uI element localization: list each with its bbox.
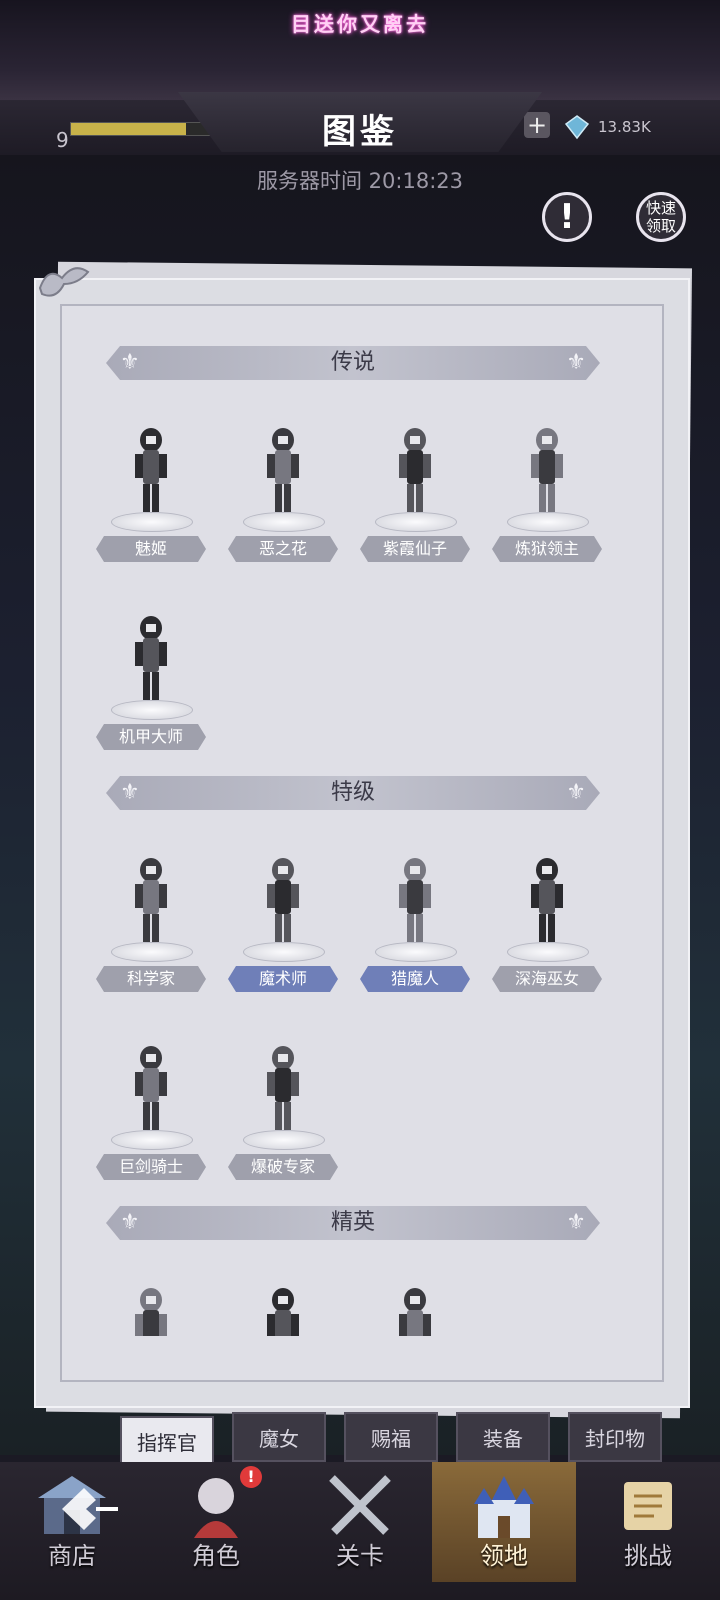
nav-item[interactable]: 关卡 <box>288 1462 432 1582</box>
character-sprite <box>121 1282 181 1336</box>
section-title: 传说 <box>330 350 375 375</box>
character-sprite <box>385 1282 445 1336</box>
server-time: 服务器时间 20:18:23 <box>257 169 463 193</box>
info-button[interactable]: ! <box>542 192 592 242</box>
nav-label: 角色 <box>192 1542 240 1570</box>
character-card[interactable] <box>96 1276 206 1336</box>
nav-item[interactable]: 挑战 <box>576 1462 720 1582</box>
page-title: 图鉴 <box>322 112 398 152</box>
nav-item[interactable]: 领地 <box>432 1462 576 1582</box>
character-sprite <box>517 422 577 520</box>
category-tab[interactable]: 指挥官 <box>120 1416 214 1466</box>
nav-label: 关卡 <box>336 1542 384 1570</box>
fleur-de-lis-icon: ⚜ <box>120 350 140 375</box>
character-card[interactable] <box>360 1276 470 1336</box>
scroll-icon <box>610 1470 686 1540</box>
fleur-de-lis-icon: ⚜ <box>566 1210 586 1235</box>
character-sprite <box>385 852 445 950</box>
character-card[interactable]: 猎魔人 <box>360 846 470 996</box>
character-sprite <box>121 610 181 708</box>
fleur-de-lis-icon: ⚜ <box>120 1210 140 1235</box>
character-card[interactable]: 爆破专家 <box>228 1034 338 1184</box>
character-sprite <box>253 422 313 520</box>
section-header: ⚜ 精英 ⚜ <box>106 1206 600 1240</box>
character-name: 魔术师 <box>228 966 338 992</box>
section-header: ⚜ 传说 ⚜ <box>106 346 600 380</box>
character-card[interactable] <box>228 1276 338 1336</box>
character-name: 爆破专家 <box>228 1154 338 1180</box>
character-card[interactable]: 炼狱领主 <box>492 416 602 566</box>
character-sprite <box>385 422 445 520</box>
nav-label: 挑战 <box>624 1542 672 1570</box>
character-name: 机甲大师 <box>96 724 206 750</box>
character-sprite <box>121 852 181 950</box>
character-name: 炼狱领主 <box>492 536 602 562</box>
character-card[interactable]: 科学家 <box>96 846 206 996</box>
character-sprite <box>121 422 181 520</box>
character-sprite <box>517 852 577 950</box>
nav-label: 商店 <box>48 1542 96 1570</box>
notification-badge: ! <box>240 1466 262 1488</box>
castle-icon <box>466 1470 542 1540</box>
collection-scroll-area[interactable]: ⚜ 传说 ⚜ 魅姬 恶之花 紫霞仙子 炼狱领主 机甲大师 ⚜ 特级 ⚜ 科学家 … <box>62 320 658 1336</box>
character-name: 恶之花 <box>228 536 338 562</box>
fleur-de-lis-icon: ⚜ <box>566 780 586 805</box>
nav-label: 领地 <box>480 1542 528 1570</box>
character-sprite <box>121 1040 181 1138</box>
section-title: 精英 <box>330 1210 375 1235</box>
character-card[interactable]: 机甲大师 <box>96 604 206 754</box>
crossed-swords-icon <box>322 1470 398 1540</box>
character-name: 科学家 <box>96 966 206 992</box>
section-header: ⚜ 特级 ⚜ <box>106 776 600 810</box>
nav-item[interactable]: 角色! <box>144 1462 288 1582</box>
character-name: 巨剑骑士 <box>96 1154 206 1180</box>
character-name: 深海巫女 <box>492 966 602 992</box>
exclamation-icon: ! <box>559 197 575 237</box>
character-name: 魅姬 <box>96 536 206 562</box>
quick-claim-button[interactable]: 快速领取 <box>636 192 686 242</box>
category-tab[interactable]: 赐福 <box>344 1412 438 1462</box>
character-name: 猎魔人 <box>360 966 470 992</box>
character-card[interactable]: 魔术师 <box>228 846 338 996</box>
character-name: 紫霞仙子 <box>360 536 470 562</box>
character-card[interactable]: 紫霞仙子 <box>360 416 470 566</box>
character-sprite <box>253 1040 313 1138</box>
character-card[interactable]: 深海巫女 <box>492 846 602 996</box>
character-card[interactable]: 魅姬 <box>96 416 206 566</box>
character-card[interactable]: 巨剑骑士 <box>96 1034 206 1184</box>
character-card[interactable]: 恶之花 <box>228 416 338 566</box>
fleur-de-lis-icon: ⚜ <box>566 350 586 375</box>
fleur-de-lis-icon: ⚜ <box>120 780 140 805</box>
category-tab[interactable]: 封印物 <box>568 1412 662 1462</box>
character-sprite <box>253 1282 313 1336</box>
cursor-icon <box>62 1488 118 1530</box>
category-tab[interactable]: 装备 <box>456 1412 550 1462</box>
character-sprite <box>253 852 313 950</box>
banner-text: 目送你又离去 <box>291 12 429 36</box>
section-title: 特级 <box>330 780 375 805</box>
category-tab[interactable]: 魔女 <box>232 1412 326 1462</box>
paper-clip-icon <box>38 267 90 297</box>
